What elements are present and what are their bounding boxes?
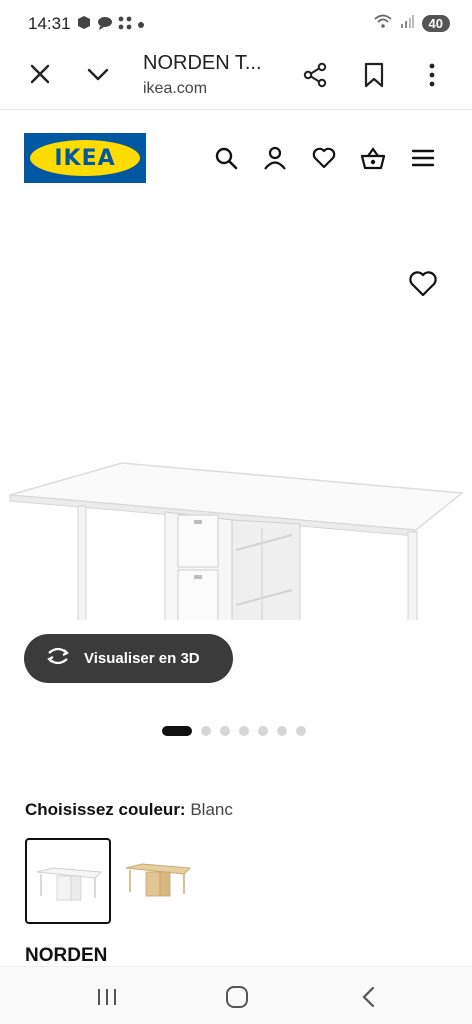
view-in-3d-label: Visualiser en 3D: [84, 650, 200, 667]
chevron-down-icon[interactable]: [86, 62, 110, 86]
swatch-white[interactable]: [25, 838, 111, 924]
rotate-3d-icon: [44, 645, 72, 672]
dot-icon: [137, 17, 145, 32]
back-icon[interactable]: [356, 985, 382, 1009]
heart-icon[interactable]: [311, 145, 337, 171]
system-nav-bar: [0, 966, 472, 1024]
menu-icon[interactable]: [410, 145, 436, 171]
status-bar: 14:31 40: [0, 0, 472, 50]
status-system: 40: [373, 14, 450, 33]
gallery-dot[interactable]: [258, 726, 268, 736]
gallery-dot[interactable]: [296, 726, 306, 736]
gallery-dot[interactable]: [239, 726, 249, 736]
gallery-dot[interactable]: [201, 726, 211, 736]
colour-selector-label: Choisissez couleur: Blanc: [25, 800, 233, 820]
battery-level: 40: [421, 15, 450, 32]
browser-toolbar: NORDEN T... ikea.com: [0, 50, 472, 110]
share-icon[interactable]: [302, 62, 328, 88]
gallery-dot[interactable]: [162, 726, 192, 736]
apps-icon: [118, 16, 132, 33]
gallery-pagination: [162, 726, 306, 736]
product-image: [9, 462, 464, 620]
home-icon[interactable]: [224, 985, 250, 1009]
close-icon[interactable]: [28, 62, 52, 86]
colour-value: Blanc: [190, 800, 233, 819]
page-url[interactable]: ikea.com: [143, 80, 207, 98]
search-icon[interactable]: [213, 145, 239, 171]
more-vertical-icon[interactable]: [420, 62, 444, 88]
logo-text: IKEA: [54, 145, 116, 171]
notification-icon: [76, 16, 92, 33]
chat-icon: [97, 16, 113, 33]
user-icon[interactable]: [262, 145, 288, 171]
colour-label: Choisissez couleur:: [25, 800, 186, 819]
cart-icon[interactable]: [360, 145, 386, 171]
wifi-icon: [373, 14, 392, 33]
signal-icon: [400, 14, 414, 33]
status-time: 14:31: [28, 14, 71, 33]
bookmark-icon[interactable]: [362, 62, 386, 88]
status-notifications: [76, 16, 145, 33]
site-header: IKEA: [0, 110, 472, 210]
page-title: NORDEN T...: [143, 52, 262, 74]
gallery-dot[interactable]: [277, 726, 287, 736]
ikea-logo[interactable]: IKEA: [24, 133, 146, 183]
recents-icon[interactable]: [94, 985, 120, 1009]
product-name: NORDEN: [25, 945, 108, 966]
view-in-3d-button[interactable]: Visualiser en 3D: [24, 634, 233, 683]
wishlist-heart-icon[interactable]: [408, 270, 438, 298]
gallery-dot[interactable]: [220, 726, 230, 736]
swatch-birch[interactable]: [116, 838, 202, 924]
